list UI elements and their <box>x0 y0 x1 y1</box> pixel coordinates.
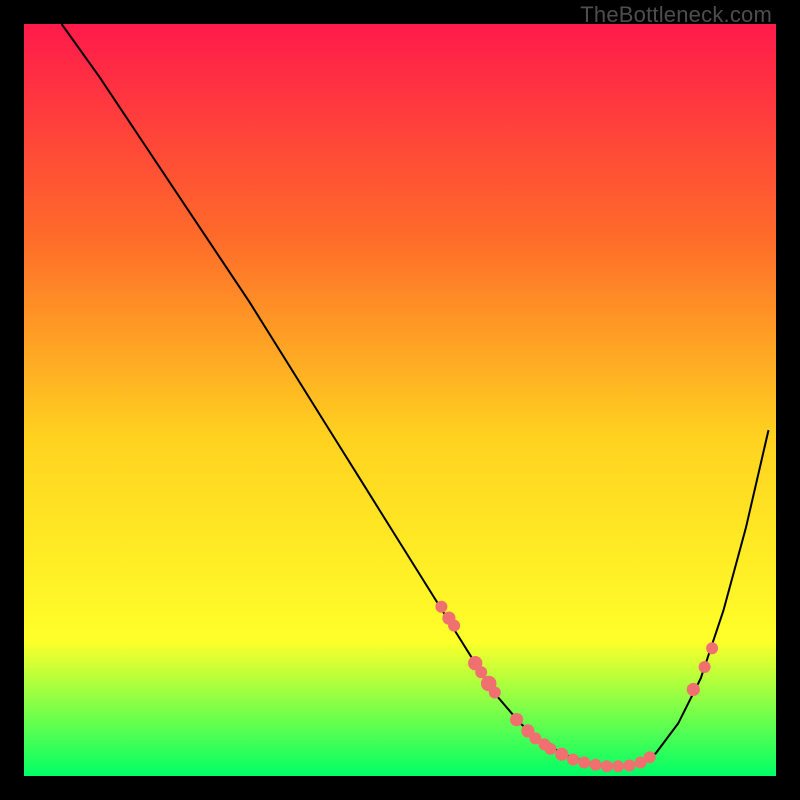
curve-marker <box>475 666 487 678</box>
curve-marker <box>567 754 579 766</box>
curve-marker <box>448 620 460 632</box>
curve-marker <box>544 743 556 755</box>
curve-marker <box>510 713 523 726</box>
curve-marker <box>623 760 635 772</box>
chart-frame <box>24 24 776 776</box>
curve-marker <box>644 751 656 763</box>
bottleneck-chart <box>24 24 776 776</box>
gradient-background <box>24 24 776 776</box>
curve-marker <box>578 757 590 769</box>
curve-marker <box>489 687 501 699</box>
curve-marker <box>435 601 447 613</box>
curve-marker <box>687 683 700 696</box>
curve-marker <box>590 759 602 771</box>
curve-marker <box>706 642 718 654</box>
curve-marker <box>555 748 568 761</box>
curve-marker <box>612 760 624 772</box>
curve-marker <box>601 760 613 772</box>
curve-marker <box>699 661 711 673</box>
